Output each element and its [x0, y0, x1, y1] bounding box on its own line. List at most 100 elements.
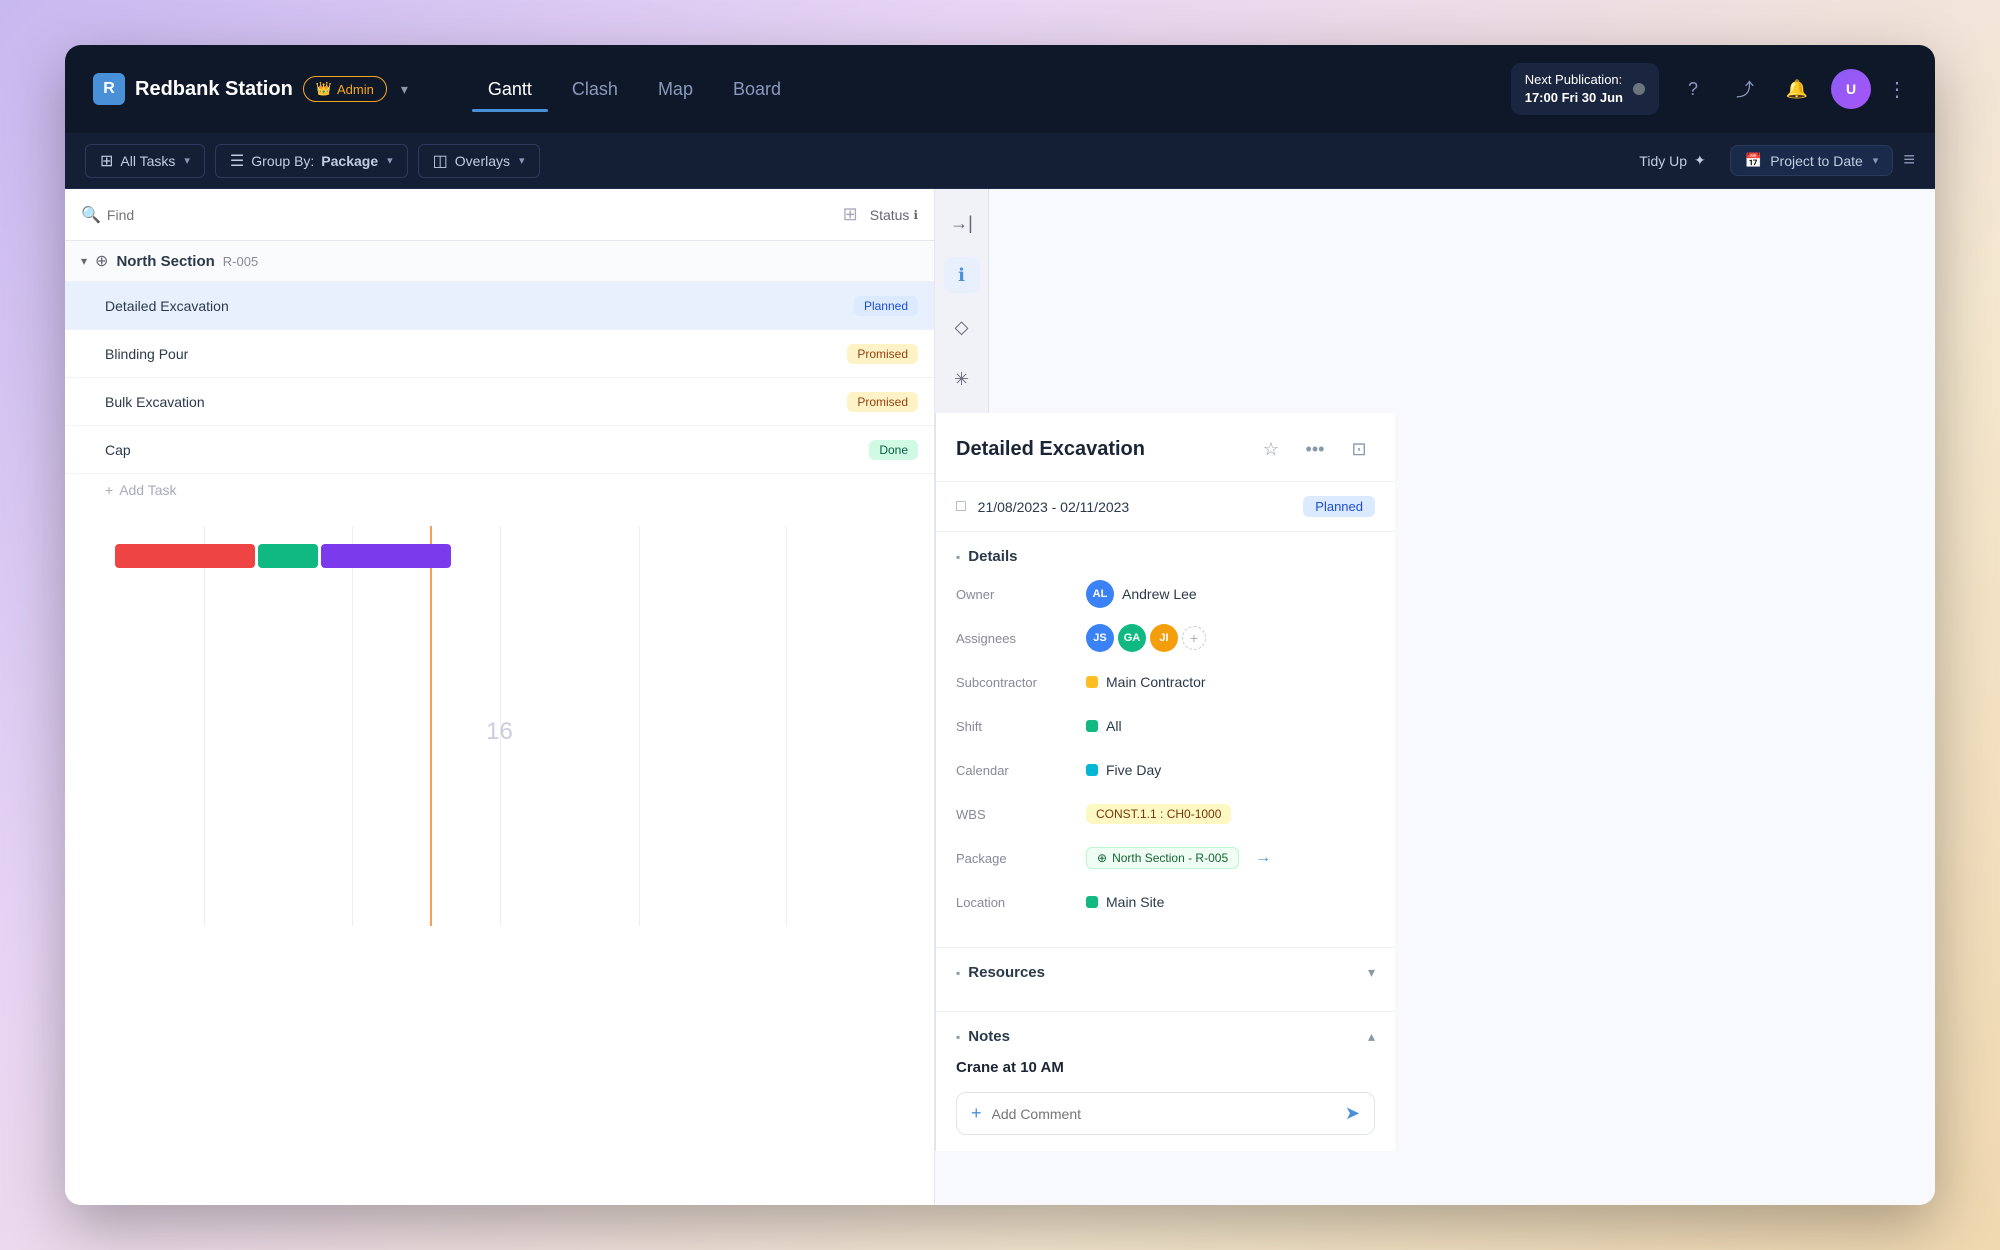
- details-section-label: Details: [968, 548, 1017, 565]
- add-task-row[interactable]: + Add Task: [65, 474, 934, 506]
- assignees-value: JS GA JI +: [1086, 624, 1375, 652]
- project-date-chevron: ▾: [1873, 154, 1879, 167]
- notes-collapse-icon[interactable]: ▴: [1368, 1028, 1375, 1045]
- sidebar-icons: →| ℹ ◇ ✳: [935, 189, 989, 413]
- add-icon: +: [105, 482, 113, 498]
- today-line: [430, 526, 432, 926]
- tab-board[interactable]: Board: [717, 71, 797, 108]
- package-link-icon[interactable]: →: [1255, 849, 1271, 867]
- group-by-chevron: ▾: [387, 154, 393, 167]
- gantt-bars: [115, 544, 451, 568]
- wbs-key: WBS: [956, 807, 1086, 822]
- avatar[interactable]: U: [1831, 69, 1871, 109]
- left-panel: 🔍 ⊞ Status ℹ ▾ ⊕ North Section R-005: [65, 189, 935, 1205]
- all-tasks-label: All Tasks: [120, 153, 175, 169]
- package-badge: ⊕ North Section - R-005: [1086, 847, 1239, 869]
- status-badge: Planned: [854, 296, 918, 316]
- resources-section-header: ▪ Resources ▾: [956, 964, 1375, 981]
- search-input[interactable]: [107, 207, 288, 223]
- gantt-gridline: [786, 526, 787, 926]
- gantt-bars-row: [65, 526, 934, 574]
- tidy-up-icon: ✦: [1694, 152, 1706, 169]
- calendar-dot: [1086, 764, 1098, 776]
- right-side: →| ℹ ◇ ✳ Detailed Excavation ☆ ••• ⊡ □ 2…: [935, 189, 1935, 1205]
- send-icon[interactable]: ➤: [1345, 1103, 1360, 1124]
- help-icon[interactable]: ?: [1675, 71, 1711, 107]
- table-row[interactable]: Bulk Excavation Promised: [65, 378, 934, 426]
- wbs-value: CONST.1.1 : CH0-1000: [1086, 804, 1375, 824]
- package-key: Package: [956, 851, 1086, 866]
- add-assignee-button[interactable]: +: [1182, 626, 1206, 650]
- overlays-icon: ◫: [433, 151, 448, 171]
- calendar-row: Calendar Five Day: [956, 755, 1375, 785]
- group-by-filter[interactable]: ☰ Group By: Package ▾: [215, 144, 408, 178]
- section-name: North Section: [116, 253, 214, 270]
- project-date-label: Project to Date: [1770, 153, 1863, 169]
- admin-badge[interactable]: 👑 Admin: [303, 76, 387, 102]
- shift-row: Shift All: [956, 711, 1375, 741]
- overlays-filter[interactable]: ◫ Overlays ▾: [418, 144, 540, 178]
- status-badge: Done: [869, 440, 918, 460]
- notification-icon[interactable]: 🔔: [1779, 71, 1815, 107]
- pub-text: Next Publication: 17:00 Fri 30 Jun: [1525, 71, 1623, 107]
- gantt-bar-purple: [321, 544, 451, 568]
- status-badge: Promised: [847, 344, 918, 364]
- page-number: 16: [486, 718, 513, 746]
- table-row[interactable]: Blinding Pour Promised: [65, 330, 934, 378]
- assignee-avatar: JI: [1150, 624, 1178, 652]
- section-toggle[interactable]: ▾: [81, 254, 87, 268]
- package-value: ⊕ North Section - R-005 →: [1086, 847, 1375, 869]
- subcontractor-key: Subcontractor: [956, 675, 1086, 690]
- detail-title: Detailed Excavation: [956, 438, 1243, 461]
- section-row: ▾ ⊕ North Section R-005: [65, 241, 934, 282]
- search-box: 🔍: [81, 205, 831, 225]
- all-tasks-filter[interactable]: ⊞ All Tasks ▾: [85, 144, 205, 178]
- share-icon[interactable]: ⤴: [1727, 71, 1763, 107]
- gantt-gridline: [204, 526, 205, 926]
- expand-icon[interactable]: ⊡: [1343, 433, 1375, 465]
- crown-icon: 👑: [316, 81, 332, 97]
- overlays-chevron: ▾: [519, 154, 525, 167]
- group-icon: ☰: [230, 151, 244, 171]
- tab-map[interactable]: Map: [642, 71, 709, 108]
- grid-view-icon[interactable]: ⊞: [843, 204, 858, 225]
- resources-section: ▪ Resources ▾: [936, 948, 1395, 1012]
- comment-input[interactable]: [992, 1106, 1335, 1122]
- table-row[interactable]: Cap Done: [65, 426, 934, 474]
- table-row[interactable]: Detailed Excavation Planned: [65, 282, 934, 330]
- status-column-header: Status ℹ: [870, 207, 918, 223]
- nav-chevron[interactable]: ▾: [401, 81, 408, 98]
- group-by-label: Group By:: [251, 153, 314, 169]
- owner-row: Owner AL Andrew Lee: [956, 579, 1375, 609]
- filter-icon[interactable]: ≡: [1903, 149, 1915, 172]
- pub-status-dot: [1633, 83, 1645, 95]
- app-window: R Redbank Station 👑 Admin ▾ Gantt Clash …: [65, 45, 1935, 1205]
- comment-plus-icon[interactable]: +: [971, 1103, 982, 1124]
- resources-collapse-icon[interactable]: ▾: [1368, 964, 1375, 981]
- tidy-up-button[interactable]: Tidy Up ✦: [1625, 146, 1719, 175]
- collapse-panel-button[interactable]: →|: [944, 205, 980, 241]
- assignees-list: JS GA JI +: [1086, 624, 1206, 652]
- assignee-avatar: GA: [1118, 624, 1146, 652]
- tab-gantt[interactable]: Gantt: [472, 71, 548, 108]
- gantt-gridline: [639, 526, 640, 926]
- wbs-badge: CONST.1.1 : CH0-1000: [1086, 804, 1231, 824]
- info-panel-button[interactable]: ℹ: [944, 257, 980, 293]
- tab-clash[interactable]: Clash: [556, 71, 634, 108]
- detail-panel: Detailed Excavation ☆ ••• ⊡ □ 21/08/2023…: [935, 413, 1395, 1151]
- star-icon[interactable]: ☆: [1255, 433, 1287, 465]
- nav-right: Next Publication: 17:00 Fri 30 Jun ? ⤴ 🔔…: [1511, 63, 1907, 115]
- location-value: Main Site: [1086, 894, 1375, 910]
- location-row: Location Main Site: [956, 887, 1375, 917]
- shift-dot: [1086, 720, 1098, 732]
- asterisk-panel-button[interactable]: ✳: [944, 361, 980, 397]
- details-section-header: ▪ Details: [956, 548, 1375, 565]
- diamond-panel-button[interactable]: ◇: [944, 309, 980, 345]
- main-content: 🔍 ⊞ Status ℹ ▾ ⊕ North Section R-005: [65, 189, 1935, 1205]
- more-options-icon[interactable]: ⋮: [1887, 77, 1907, 102]
- date-calendar-icon: □: [956, 498, 966, 516]
- notes-label: Notes: [968, 1028, 1010, 1045]
- ellipsis-icon[interactable]: •••: [1299, 433, 1331, 465]
- project-date-button[interactable]: 📅 Project to Date ▾: [1730, 145, 1894, 176]
- package-row: Package ⊕ North Section - R-005 →: [956, 843, 1375, 873]
